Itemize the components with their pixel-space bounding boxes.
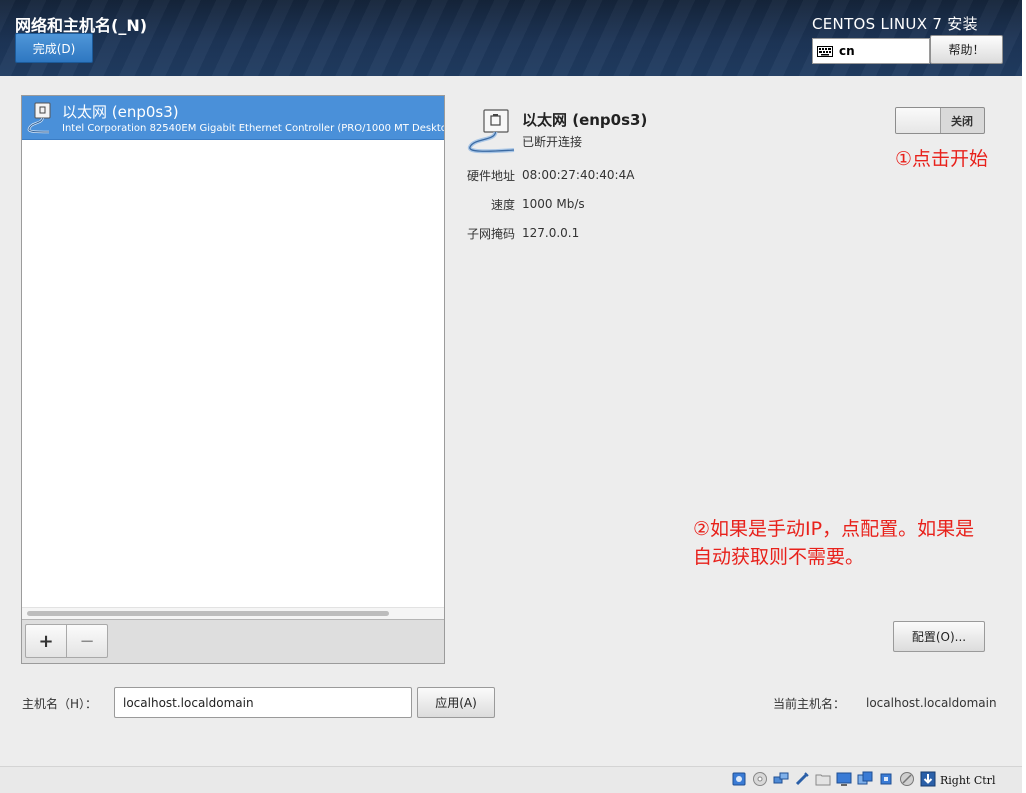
cpu-icon[interactable]	[878, 771, 894, 787]
list-toolbar: + −	[22, 619, 444, 663]
video-capture-icon[interactable]	[857, 771, 873, 787]
optical-drive-icon[interactable]	[752, 771, 768, 787]
network-icon[interactable]	[773, 771, 789, 787]
scrollbar-thumb[interactable]	[27, 611, 389, 616]
connection-status: 已断开连接	[522, 135, 583, 149]
toggle-state-label: 关闭	[951, 114, 973, 128]
hardware-address-label: 硬件地址	[466, 169, 515, 183]
list-item-enp0s3[interactable]: 以太网 (enp0s3) Intel Corporation 82540EM G…	[22, 96, 444, 140]
hardware-address-value: 08:00:27:40:40:4A	[522, 168, 635, 182]
list-item-description: Intel Corporation 82540EM Gigabit Ethern…	[62, 123, 444, 134]
arrow-down-icon[interactable]	[920, 771, 936, 787]
hostname-input[interactable]	[114, 687, 412, 718]
hard-disk-icon[interactable]	[731, 771, 747, 787]
vm-status-bar: Right Ctrl	[0, 766, 1022, 793]
hostname-label: 主机名（H）：	[22, 697, 98, 711]
subnet-mask-value: 127.0.0.1	[522, 226, 580, 240]
speed-value: 1000 Mb/s	[522, 197, 585, 211]
keyboard-icon	[817, 45, 833, 57]
add-device-button[interactable]: +	[25, 624, 67, 658]
remove-device-button[interactable]: −	[66, 624, 108, 658]
annotation-manual-ip-line2: 自动获取则不需要。	[693, 546, 865, 568]
window-edge	[1022, 0, 1026, 793]
header-bar: 网络和主机名(_N) 完成(D) CENTOS LINUX 7 安装 cn 帮助…	[0, 0, 1022, 76]
ethernet-device-icon	[467, 109, 515, 154]
list-item-name: 以太网 (enp0s3)	[62, 103, 179, 121]
host-key-label: Right Ctrl	[940, 774, 996, 787]
annotation-click-start: ①点击开始	[895, 148, 989, 170]
device-name: 以太网 (enp0s3)	[522, 111, 648, 129]
keyboard-layout-indicator[interactable]: cn	[812, 38, 930, 64]
apply-hostname-button[interactable]: 应用(A)	[417, 687, 495, 718]
wired-network-icon	[27, 102, 51, 134]
mouse-integration-icon[interactable]	[899, 771, 915, 787]
keyboard-layout-label: cn	[839, 44, 855, 58]
toggle-knob[interactable]	[896, 108, 941, 133]
shared-folder-icon[interactable]	[815, 771, 831, 787]
annotation-manual-ip-line1: ②如果是手动IP，点配置。如果是	[693, 518, 975, 540]
done-button[interactable]: 完成(D)	[15, 33, 93, 63]
subnet-mask-label: 子网掩码	[466, 227, 515, 241]
product-title: CENTOS LINUX 7 安装	[812, 15, 978, 33]
help-button[interactable]: 帮助！	[930, 35, 1003, 64]
configure-button[interactable]: 配置(O)...	[893, 621, 985, 652]
connection-toggle[interactable]: 关闭	[895, 107, 985, 134]
horizontal-scrollbar[interactable]	[22, 607, 444, 619]
current-hostname-value: localhost.localdomain	[866, 696, 997, 710]
display-icon[interactable]	[836, 771, 852, 787]
current-hostname-label: 当前主机名：	[773, 697, 846, 711]
network-device-list: 以太网 (enp0s3) Intel Corporation 82540EM G…	[21, 95, 445, 664]
speed-label: 速度	[490, 198, 515, 212]
usb-icon[interactable]	[794, 771, 810, 787]
